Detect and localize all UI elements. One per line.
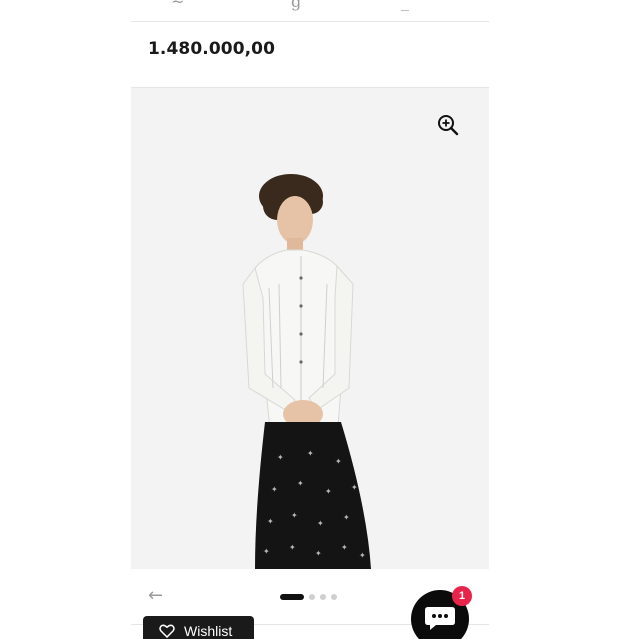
product-price: 1.480.000,00: [148, 39, 276, 59]
previous-arrow-icon[interactable]: ←: [148, 585, 163, 606]
header-strip: ~ g _: [131, 0, 489, 22]
svg-text:✦: ✦: [291, 511, 298, 520]
wishlist-button[interactable]: Wishlist: [143, 616, 254, 639]
svg-text:✦: ✦: [341, 543, 348, 552]
svg-text:✦: ✦: [277, 453, 284, 462]
model-photo: ✦ ✦ ✦ ✦ ✦ ✦ ✦ ✦ ✦ ✦ ✦ ✦ ✦ ✦ ✦ ✦: [242, 174, 371, 569]
svg-text:✦: ✦: [315, 549, 322, 558]
heart-icon: [159, 624, 175, 638]
wishlist-label: Wishlist: [184, 623, 233, 639]
svg-text:✦: ✦: [335, 457, 342, 466]
gallery-dots: [280, 594, 337, 600]
svg-text:✦: ✦: [271, 485, 278, 494]
chat-bubble-icon: [425, 607, 455, 630]
svg-text:✦: ✦: [307, 449, 314, 458]
header-glyph: ~: [171, 0, 185, 11]
gallery-dot[interactable]: [309, 594, 315, 600]
svg-text:✦: ✦: [267, 517, 274, 526]
svg-text:✦: ✦: [317, 519, 324, 528]
svg-text:✦: ✦: [289, 543, 296, 552]
gallery-dot[interactable]: [331, 594, 337, 600]
svg-text:✦: ✦: [359, 551, 366, 560]
header-glyph: _: [401, 0, 409, 11]
price-row: 1.480.000,00: [131, 22, 489, 88]
product-page: ~ g _ 1.480.000,00 ✦ ✦ ✦ ✦ ✦ ✦ ✦ ✦ ✦ ✦ ✦…: [131, 0, 489, 639]
gallery-dot[interactable]: [320, 594, 326, 600]
header-glyph: g: [291, 0, 302, 11]
unread-badge: 1: [452, 586, 472, 606]
svg-text:✦: ✦: [297, 479, 304, 488]
svg-text:✦: ✦: [263, 547, 270, 556]
product-image[interactable]: ✦ ✦ ✦ ✦ ✦ ✦ ✦ ✦ ✦ ✦ ✦ ✦ ✦ ✦ ✦ ✦: [131, 88, 489, 569]
svg-text:✦: ✦: [325, 487, 332, 496]
gallery-dot[interactable]: [280, 594, 304, 600]
svg-text:✦: ✦: [343, 513, 350, 522]
zoom-in-icon[interactable]: [437, 114, 459, 136]
svg-text:✦: ✦: [351, 483, 358, 492]
